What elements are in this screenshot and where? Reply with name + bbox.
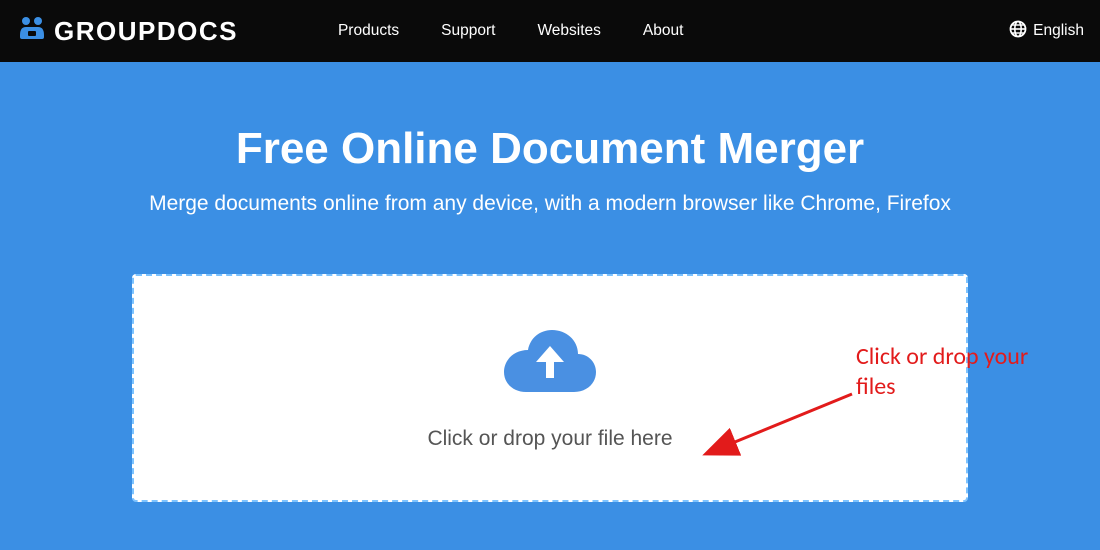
nav-websites[interactable]: Websites	[537, 22, 600, 40]
page-subtitle: Merge documents online from any device, …	[0, 192, 1100, 216]
globe-icon	[1009, 20, 1027, 43]
groupdocs-logo-icon	[16, 13, 48, 50]
dropzone-text: Click or drop your file here	[427, 427, 672, 451]
hero: Free Online Document Merger Merge docume…	[0, 62, 1100, 216]
nav-about[interactable]: About	[643, 22, 684, 40]
brand-name: GROUPDOCS	[54, 16, 238, 47]
main-nav: Products Support Websites About	[338, 22, 683, 40]
page-title: Free Online Document Merger	[0, 124, 1100, 174]
file-dropzone[interactable]: Click or drop your file here	[132, 274, 968, 502]
language-selector[interactable]: English	[1009, 20, 1084, 43]
nav-support[interactable]: Support	[441, 22, 495, 40]
upload-cloud-icon	[502, 326, 598, 399]
nav-products[interactable]: Products	[338, 22, 399, 40]
language-label: English	[1033, 22, 1084, 40]
topbar: GROUPDOCS Products Support Websites Abou…	[0, 0, 1100, 62]
dropzone-wrap: Click or drop your file here Click or dr…	[132, 274, 968, 502]
brand[interactable]: GROUPDOCS	[16, 13, 238, 50]
